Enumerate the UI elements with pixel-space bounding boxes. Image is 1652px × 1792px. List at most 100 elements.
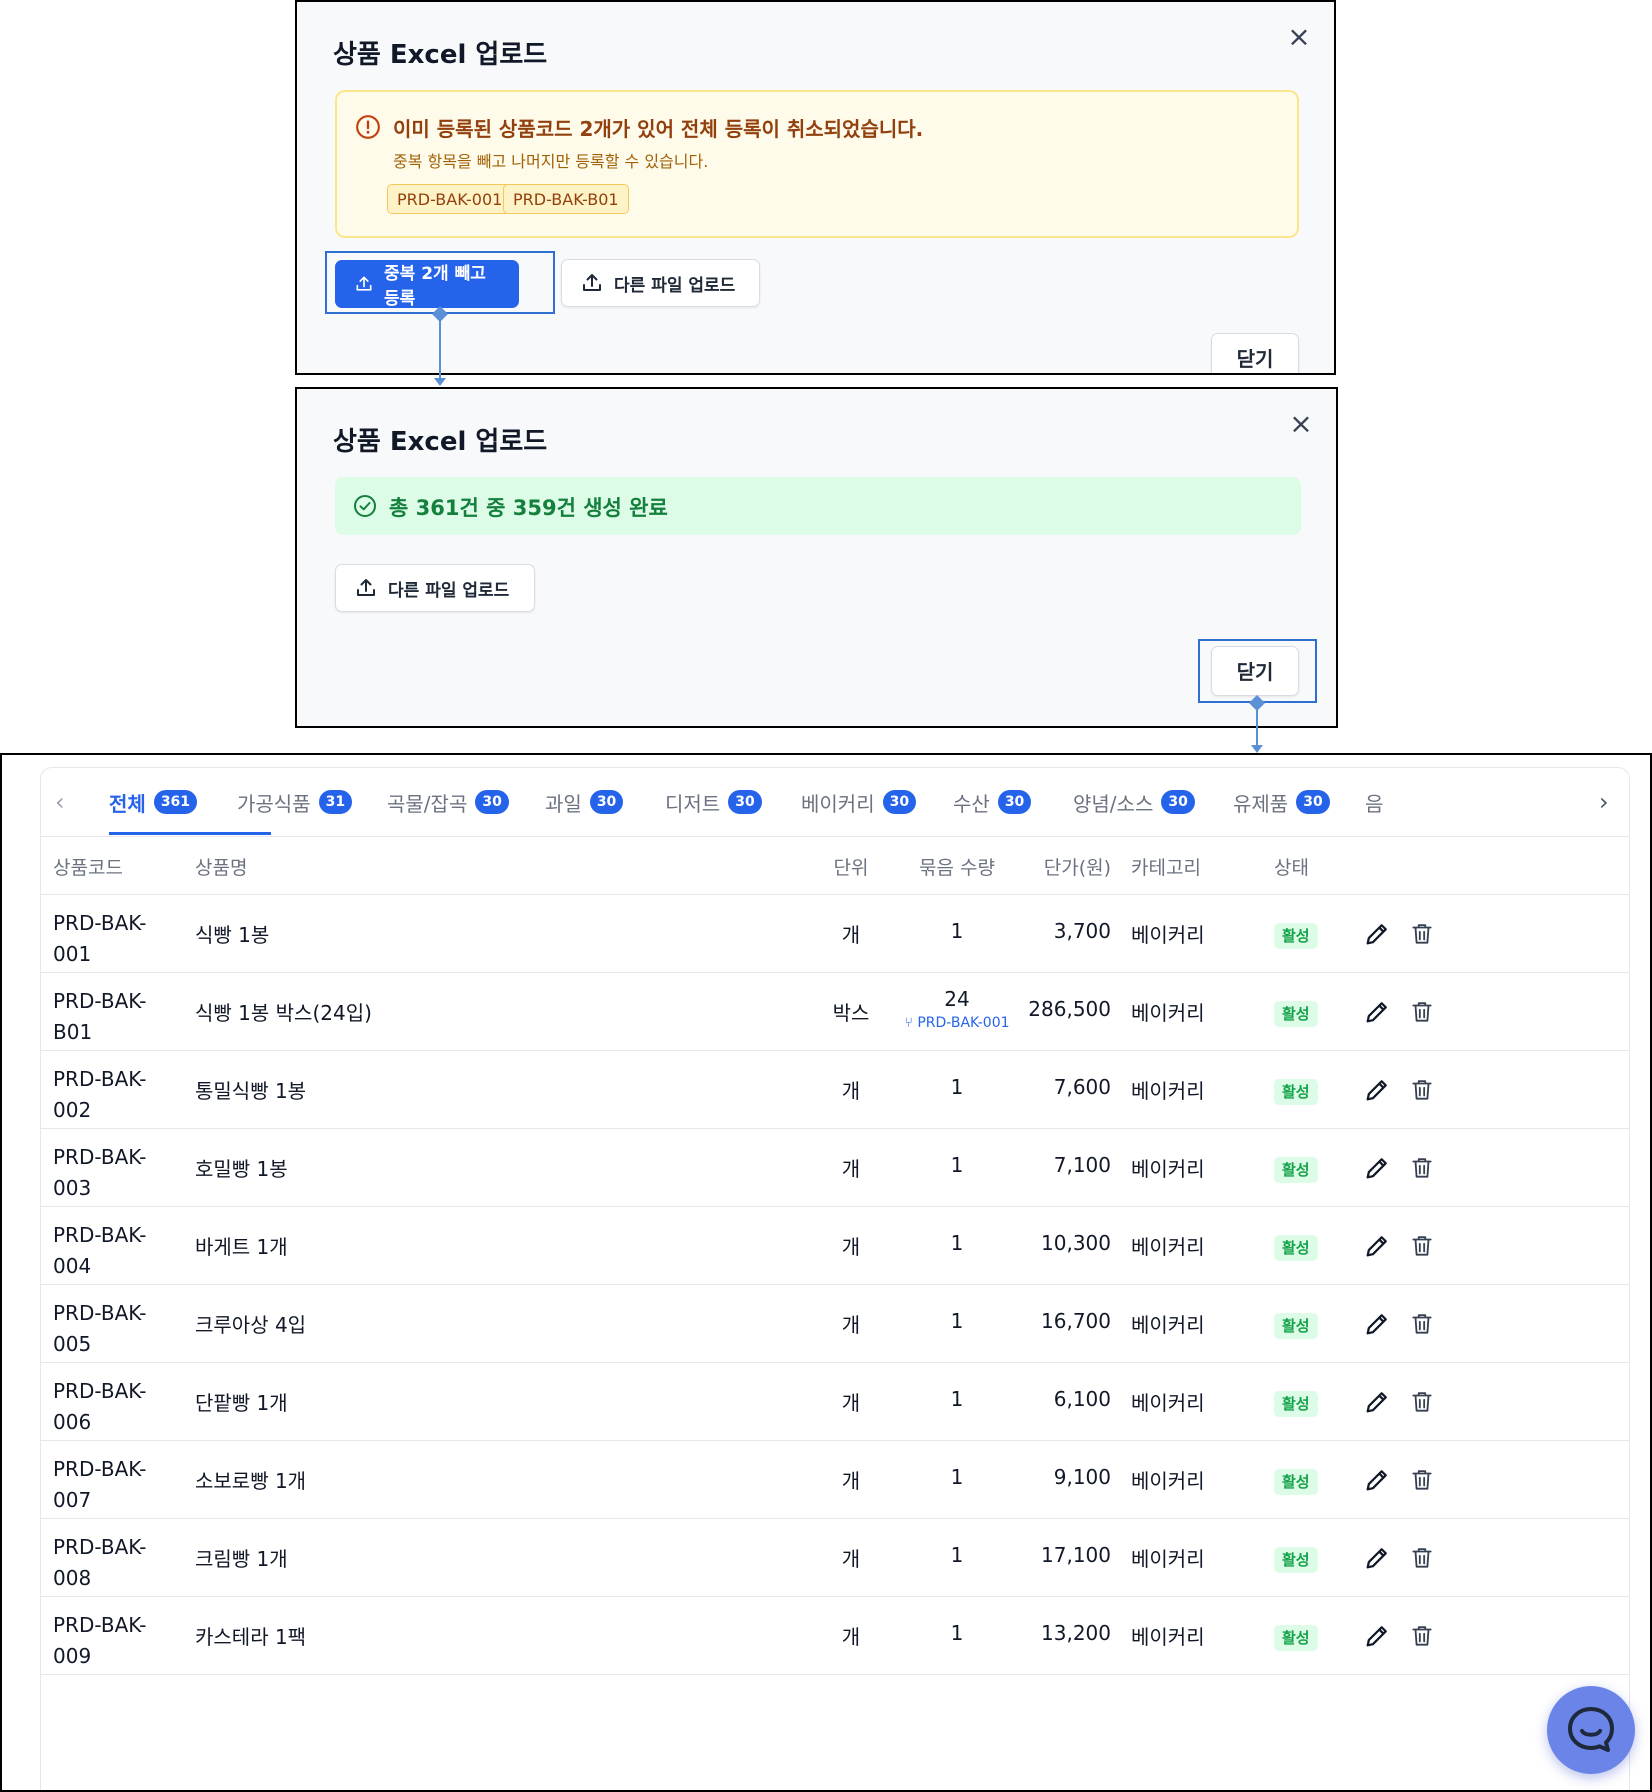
status-badge: 활성	[1274, 1469, 1318, 1495]
product-code-line: 003	[53, 1176, 92, 1200]
tabs-prev-icon[interactable]: ‹	[55, 790, 65, 814]
duplicate-code-chip: PRD-BAK-B01	[503, 184, 629, 214]
header-category[interactable]: 카테고리	[1131, 853, 1201, 880]
product-category: 베이커리	[1131, 1157, 1205, 1181]
product-code: PRD-BAK- 004	[53, 1220, 147, 1282]
tab-count-badge: 361	[153, 790, 198, 814]
product-category: 베이커리	[1131, 1547, 1205, 1571]
trash-icon[interactable]	[1409, 1388, 1435, 1416]
trash-icon[interactable]	[1409, 1154, 1435, 1182]
product-code: PRD-BAK- B01	[53, 986, 147, 1048]
trash-icon[interactable]	[1409, 1622, 1435, 1650]
header-code[interactable]: 상품코드	[53, 853, 123, 880]
edit-icon[interactable]	[1363, 1622, 1391, 1650]
product-code-line: PRD-BAK-	[53, 1145, 147, 1169]
edit-icon[interactable]	[1363, 1388, 1391, 1416]
product-name: 단팥빵 1개	[195, 1391, 288, 1415]
tab-count-badge: 30	[589, 790, 624, 814]
trash-icon[interactable]	[1409, 1466, 1435, 1494]
close-button[interactable]: 닫기	[1211, 333, 1299, 373]
table-row[interactable]: PRD-BAK- 009 카스테라 1팩 개 1 13,200 베이커리 활성	[41, 1597, 1629, 1675]
edit-icon[interactable]	[1363, 1232, 1391, 1260]
tab-label: 곡물/잡곡	[387, 791, 468, 816]
edit-icon[interactable]	[1363, 1310, 1391, 1338]
trash-icon[interactable]	[1409, 1076, 1435, 1104]
unit-price: 6,100	[1053, 1387, 1111, 1411]
tab-label: 전체	[109, 791, 146, 816]
product-category: 베이커리	[1131, 1079, 1205, 1103]
product-code: PRD-BAK- 005	[53, 1298, 147, 1360]
tab-count-badge: 30	[997, 790, 1032, 814]
table-row[interactable]: PRD-BAK- 003 호밀빵 1봉 개 1 7,100 베이커리 활성	[41, 1129, 1629, 1207]
header-name[interactable]: 상품명	[195, 853, 247, 880]
table-row[interactable]: PRD-BAK- B01 식빵 1봉 박스(24입) 박스 24 ⑂ PRD-BAK-00…	[41, 973, 1629, 1051]
product-code: PRD-BAK- 003	[53, 1142, 147, 1204]
tab-item[interactable]: 전체 361	[109, 786, 198, 818]
table-row[interactable]: PRD-BAK- 007 소보로빵 1개 개 1 9,100 베이커리 활성	[41, 1441, 1629, 1519]
trash-icon[interactable]	[1409, 1544, 1435, 1572]
unit-price: 7,600	[1053, 1075, 1111, 1099]
success-message: 총 361건 중 359건 생성 완료	[389, 496, 668, 520]
table-row[interactable]: PRD-BAK- 002 통밀식빵 1봉 개 1 7,600 베이커리 활성	[41, 1051, 1629, 1129]
close-icon[interactable]: ×	[1286, 23, 1312, 51]
tab-item[interactable]: 디저트 30	[665, 786, 762, 818]
edit-icon[interactable]	[1363, 1544, 1391, 1572]
table-header: 상품코드 상품명 단위 묶음 수량 단가(원) 카테고리 상태	[41, 836, 1629, 895]
product-code-line: 001	[53, 942, 92, 966]
chat-button[interactable]	[1547, 1686, 1635, 1774]
edit-icon[interactable]	[1363, 1154, 1391, 1182]
duplicate-warning-alert: 이미 등록된 상품코드 2개가 있어 전체 등록이 취소되었습니다. 중복 항목…	[335, 90, 1299, 238]
tab-item[interactable]: 과일 30	[545, 786, 624, 818]
tab-item[interactable]: 수산 30	[953, 786, 1032, 818]
edit-icon[interactable]	[1363, 920, 1391, 948]
tab-item[interactable]: 베이커리 30	[801, 786, 917, 818]
tabs-next-icon[interactable]: ›	[1599, 790, 1609, 814]
product-code-line: PRD-BAK-	[53, 1301, 147, 1325]
product-code-line: PRD-BAK-	[53, 1457, 147, 1481]
table-row[interactable]: PRD-BAK- 004 바게트 1개 개 1 10,300 베이커리 활성	[41, 1207, 1629, 1285]
status-badge: 활성	[1274, 1313, 1318, 1339]
tab-item[interactable]: 유제품 30	[1233, 786, 1330, 818]
edit-icon[interactable]	[1363, 1466, 1391, 1494]
chat-icon	[1568, 1707, 1614, 1752]
trash-icon[interactable]	[1409, 1310, 1435, 1338]
trash-icon[interactable]	[1409, 998, 1435, 1026]
tab-item[interactable]: 곡물/잡곡 30	[387, 786, 509, 818]
step-highlight	[325, 251, 555, 314]
product-name: 식빵 1봉	[195, 923, 270, 947]
edit-icon[interactable]	[1363, 1076, 1391, 1104]
table-row[interactable]: PRD-BAK- 005 크루아상 4입 개 1 16,700 베이커리 활성	[41, 1285, 1629, 1363]
upload-other-file-button[interactable]: 다른 파일 업로드	[335, 564, 535, 612]
table-row[interactable]: PRD-BAK- 008 크림빵 1개 개 1 17,100 베이커리 활성	[41, 1519, 1629, 1597]
edit-icon[interactable]	[1363, 998, 1391, 1026]
tab-label: 음	[1365, 791, 1384, 816]
branch-icon: ⑂	[904, 1015, 918, 1031]
product-list-view: ‹ 전체 361 가공식품 31 곡물/잡곡 30 과일 30 디저트 30 베이커리 30 수산 30 양…	[0, 753, 1652, 1792]
header-status[interactable]: 상태	[1274, 853, 1309, 880]
tab-item[interactable]: 음	[1365, 786, 1383, 818]
product-code-line: PRD-BAK-	[53, 1067, 147, 1091]
product-code-line: PRD-BAK-	[53, 1379, 147, 1403]
unit-price: 16,700	[1041, 1309, 1111, 1333]
header-price[interactable]: 단가(원)	[981, 853, 1111, 880]
table-row[interactable]: PRD-BAK- 001 식빵 1봉 개 1 3,700 베이커리 활성	[41, 895, 1629, 973]
product-code-line: 006	[53, 1410, 92, 1434]
product-name: 크루아상 4입	[195, 1313, 307, 1337]
trash-icon[interactable]	[1409, 920, 1435, 948]
status-badge: 활성	[1274, 1235, 1318, 1261]
warning-title: 이미 등록된 상품코드 2개가 있어 전체 등록이 취소되었습니다.	[393, 117, 924, 141]
tab-item[interactable]: 양념/소스 30	[1073, 786, 1195, 818]
close-icon[interactable]: ×	[1288, 410, 1314, 438]
product-code-line: 007	[53, 1488, 92, 1512]
unit-price: 10,300	[1041, 1231, 1111, 1255]
button-label: 다른 파일 업로드	[388, 580, 510, 601]
table-row[interactable]: PRD-BAK- 006 단팥빵 1개 개 1 6,100 베이커리 활성	[41, 1363, 1629, 1441]
trash-icon[interactable]	[1409, 1232, 1435, 1260]
unit-price: 17,100	[1041, 1543, 1111, 1567]
status-badge: 활성	[1274, 1157, 1318, 1183]
upload-other-file-button[interactable]: 다른 파일 업로드	[561, 259, 760, 307]
product-name: 식빵 1봉 박스(24입)	[195, 1001, 372, 1025]
duplicate-code-chip: PRD-BAK-001	[387, 184, 513, 214]
product-code-line: 002	[53, 1098, 92, 1122]
tab-item[interactable]: 가공식품 31	[237, 786, 353, 818]
